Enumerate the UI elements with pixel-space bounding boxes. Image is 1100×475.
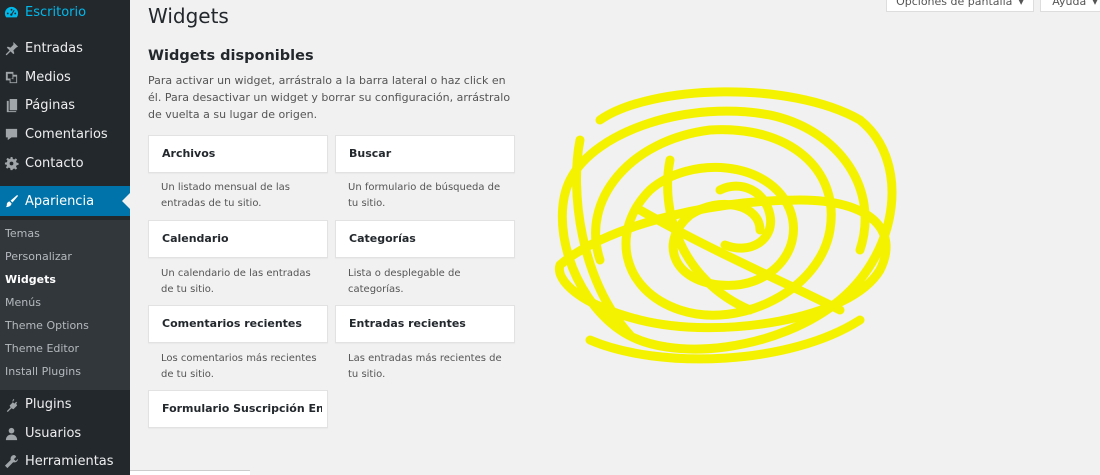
available-widgets-description: Para activar un widget, arrástralo a la … — [148, 74, 511, 121]
chevron-down-icon: ▾ — [1018, 0, 1024, 8]
media-icon — [3, 69, 19, 85]
menu-label: Medios — [25, 69, 71, 85]
wrench-icon — [3, 453, 19, 469]
submenu-theme-editor[interactable]: Theme Editor — [5, 342, 79, 355]
submenu-install-plugins[interactable]: Install Plugins — [5, 365, 81, 378]
menu-contacto[interactable]: Contacto — [0, 149, 130, 177]
widget-entradas-recientes[interactable]: Entradas recientes — [335, 305, 515, 343]
menu-dashboard[interactable]: Escritorio — [0, 0, 130, 26]
widget-comentarios-recientes[interactable]: Comentarios recientes — [148, 305, 328, 343]
dashboard-icon — [3, 4, 19, 20]
menu-label: Apariencia — [25, 193, 95, 209]
widget-title: Archivos — [162, 147, 216, 160]
widget-categorias[interactable]: Categorías — [335, 220, 515, 258]
menu-herramientas[interactable]: Herramientas — [0, 447, 130, 475]
menu-medios[interactable]: Medios — [0, 63, 130, 91]
appearance-submenu: Temas Personalizar Widgets Menús Theme O… — [0, 220, 130, 390]
menu-label: Páginas — [25, 97, 76, 113]
brush-icon — [3, 193, 19, 209]
widget-description: Un listado mensual de las entradas de tu… — [161, 182, 290, 209]
submenu-theme-options[interactable]: Theme Options — [5, 319, 89, 332]
widget-calendario[interactable]: Calendario — [148, 220, 328, 258]
menu-paginas[interactable]: Páginas — [0, 91, 130, 119]
submenu-personalizar[interactable]: Personalizar — [5, 250, 72, 263]
widget-buscar[interactable]: Buscar — [335, 135, 515, 173]
widget-description: Un formulario de búsqueda de tu sitio. — [348, 182, 501, 209]
help-label: Ayuda — [1052, 0, 1087, 8]
widget-description: Lista o desplegable de categorías. — [348, 268, 461, 295]
widget-title: Categorías — [349, 232, 416, 245]
menu-label: Entradas — [25, 40, 83, 56]
help-button[interactable]: Ayuda ▾ — [1040, 0, 1100, 12]
gear-icon — [3, 155, 19, 171]
available-widgets-title: Widgets disponibles — [148, 48, 314, 64]
submenu-temas[interactable]: Temas — [5, 227, 40, 240]
pages-icon — [3, 97, 19, 113]
menu-apariencia[interactable]: Apariencia — [0, 186, 130, 216]
widget-description: Los comentarios más recientes de tu siti… — [161, 353, 317, 380]
widget-description: Un calendario de las entradas de tu siti… — [161, 268, 311, 295]
submenu-widgets[interactable]: Widgets — [5, 273, 56, 286]
pin-icon — [3, 40, 19, 56]
screen-options-label: Opciones de pantalla — [896, 0, 1013, 8]
current-arrow — [122, 193, 130, 209]
widget-archivos[interactable]: Archivos — [148, 135, 328, 173]
menu-comentarios[interactable]: Comentarios — [0, 120, 130, 148]
widget-title: Formulario Suscripción Env... — [162, 402, 322, 415]
bottom-strip — [130, 470, 250, 475]
menu-entradas[interactable]: Entradas — [0, 34, 130, 62]
widget-title: Entradas recientes — [349, 317, 466, 330]
menu-label: Comentarios — [25, 126, 108, 142]
widget-description: Las entradas más recientes de tu sitio. — [348, 353, 502, 380]
widget-title: Comentarios recientes — [162, 317, 302, 330]
comment-icon — [3, 126, 19, 142]
widget-title: Buscar — [349, 147, 392, 160]
menu-label: Usuarios — [25, 425, 82, 441]
menu-label: Escritorio — [25, 4, 87, 20]
admin-sidebar: Escritorio Entradas Medios Páginas Comen… — [0, 0, 130, 475]
scribble-annotation — [554, 87, 897, 364]
menu-plugins[interactable]: Plugins — [0, 390, 130, 418]
screen-options-button[interactable]: Opciones de pantalla ▾ — [886, 0, 1034, 12]
menu-usuarios[interactable]: Usuarios — [0, 419, 130, 447]
menu-label: Plugins — [25, 396, 72, 412]
widget-formulario-suscripcion[interactable]: Formulario Suscripción Env... — [148, 390, 328, 428]
user-icon — [3, 425, 19, 441]
page-title: Widgets — [148, 4, 229, 28]
menu-label: Herramientas — [25, 453, 114, 469]
widget-title: Calendario — [162, 232, 229, 245]
menu-label: Contacto — [25, 155, 84, 171]
submenu-menus[interactable]: Menús — [5, 296, 41, 309]
plugin-icon — [3, 396, 19, 412]
chevron-down-icon: ▾ — [1092, 0, 1098, 8]
